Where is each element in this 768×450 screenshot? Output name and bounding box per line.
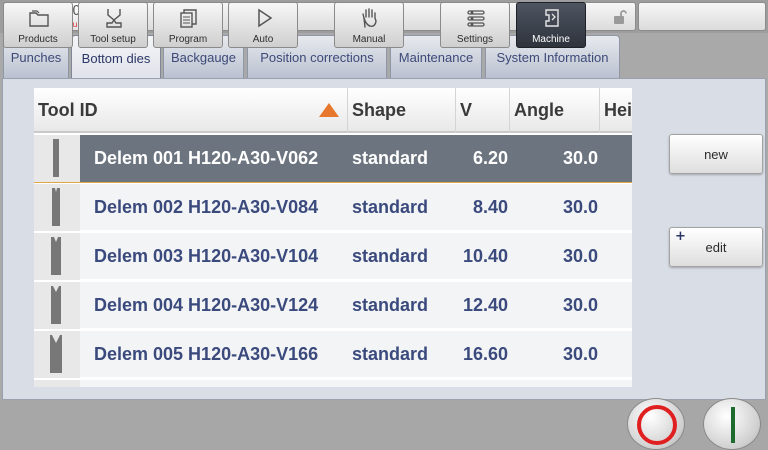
cell-tool-id: Delem 004 H120-A30-V124 [94,295,319,315]
bottom-dies-table[interactable]: Tool ID Shape V Angle Hei Delem 001 H120… [34,88,632,387]
start-button[interactable] [703,398,761,450]
row-cells: Delem 001 H120-A30-V062 standard 6.20 30… [80,135,632,182]
settings-icon [467,10,485,27]
die-profile-icon [50,335,62,373]
nav-machine-button[interactable]: Machine [516,2,586,48]
edit-button[interactable]: + edit [669,227,763,267]
cell-shape: standard [352,246,429,266]
start-icon [731,407,735,443]
table-row[interactable]: Delem 002 H120-A30-V084 standard 8.40 30… [34,184,632,232]
tool-thumbnail [34,282,80,329]
plus-icon: + [675,229,686,244]
tool-thumbnail [34,380,80,387]
nav-settings-button[interactable]: Settings [440,2,510,48]
machine-icon [545,9,559,27]
row-cells: Delem 005 H120-A30-V166 standard 16.60 3… [80,331,632,378]
die-profile-icon [51,286,61,324]
program-icon [180,9,197,28]
unlock-icon[interactable] [611,9,627,25]
cell-v: 16.60 [462,344,508,364]
table-row[interactable]: Delem 001 H120-A30-V062 standard 6.20 30… [34,135,632,183]
row-cells: Delem 003 H120-A30-V104 standard 10.40 3… [80,233,632,280]
cell-angle: 30.0 [562,344,598,364]
cell-tool-id: Delem 001 H120-A30-V062 [94,148,319,168]
table-row[interactable]: Delem 003 H120-A30-V104 standard 10.40 3… [34,233,632,281]
cell-shape: standard [352,148,429,168]
nav-products-label: Products [18,34,58,45]
nav-manual-label: Manual [352,34,386,45]
cell-angle: 30.0 [562,295,598,315]
die-profile-icon [52,188,60,226]
row-cells: Delem 002 H120-A30-V084 standard 8.40 30… [80,184,632,231]
folder-icon [29,10,49,27]
nav-products-button[interactable]: Products [3,2,73,48]
column-header-shape[interactable]: Shape [348,88,456,133]
column-header-height[interactable]: Hei [600,88,632,133]
tool-thumbnail [34,331,80,378]
nav-settings-label: Settings [456,34,494,45]
new-button[interactable]: new [669,134,763,174]
nav-tool-setup-button[interactable]: Tool setup [78,2,148,48]
tool-thumbnail [34,184,80,231]
stop-icon [637,405,677,445]
cell-v: 12.40 [462,295,508,315]
edit-button-label: edit [705,239,727,255]
nav-machine-label: Machine [532,34,570,45]
nav-auto-label: Auto [252,34,274,45]
cell-angle: 30.0 [562,148,598,168]
cell-tool-id: Delem 002 H120-A30-V084 [94,197,319,217]
cell-v: 6.20 [472,148,508,168]
hand-icon [362,8,377,28]
cell-tool-id: Delem 003 H120-A30-V104 [94,246,319,266]
row-cells: Delem 004 H120-A30-V124 standard 12.40 3… [80,282,632,329]
stop-button[interactable] [627,398,685,450]
column-header-tool-id[interactable]: Tool ID [34,88,348,133]
table-row[interactable]: Delem 004 H120-A30-V124 standard 12.40 3… [34,282,632,330]
nav-manual-button[interactable]: Manual [334,2,404,48]
die-profile-icon [53,139,59,177]
table-header: Tool ID Shape V Angle Hei [34,88,632,133]
tool-setup-icon [106,9,122,28]
cell-tool-id: Delem 005 H120-A30-V166 [94,344,319,364]
nav-auto-button[interactable]: Auto [228,2,298,48]
nav-program-button[interactable]: Program [153,2,223,48]
cell-shape: standard [352,197,429,217]
column-header-v[interactable]: V [456,88,510,133]
nav-tool-setup-label: Tool setup [90,34,136,45]
cell-angle: 30.0 [562,246,598,266]
tool-thumbnail [34,135,80,182]
column-header-angle[interactable]: Angle [510,88,600,133]
cell-v: 8.40 [472,197,508,217]
table-row-partial[interactable] [34,380,632,387]
table-row[interactable]: Delem 005 H120-A30-V166 standard 16.60 3… [34,331,632,379]
sort-ascending-icon[interactable] [318,102,340,118]
cell-shape: standard [352,344,429,364]
cell-shape: standard [352,295,429,315]
tool-thumbnail [34,233,80,280]
cell-angle: 30.0 [562,197,598,217]
nav-program-label: Program [168,34,208,45]
play-icon [258,8,273,28]
status-field [638,2,766,31]
cell-v: 10.40 [462,246,508,266]
die-profile-icon [51,237,61,275]
